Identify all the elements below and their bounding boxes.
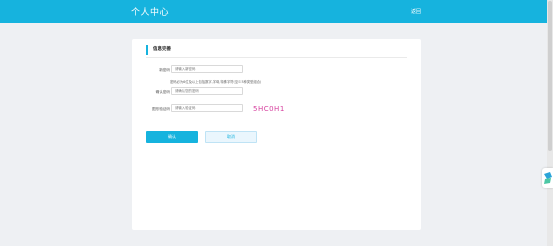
section-divider <box>146 57 407 58</box>
captcha-input[interactable] <box>171 104 243 112</box>
top-header-bar: 个人中心 返回 <box>0 0 547 23</box>
captcha-image[interactable]: 5HC0H1 <box>253 105 285 113</box>
password-hint: 密码必为6位及以上包括数字,字母,特殊字符(至少3种类型组合) <box>170 80 262 84</box>
form-card: 信息完善 新密码 密码必为6位及以上包括数字,字母,特殊字符(至少3种类型组合)… <box>132 39 421 230</box>
back-link[interactable]: 返回 <box>411 8 421 15</box>
new-password-label: 新密码 <box>159 68 170 72</box>
scrollbar[interactable] <box>547 0 553 246</box>
page-title: 个人中心 <box>131 8 170 18</box>
scrollbar-thumb[interactable] <box>548 1 552 151</box>
confirm-password-label: 确认密码 <box>155 90 170 94</box>
confirm-button[interactable]: 确认 <box>146 131 198 143</box>
chat-bubble-icon <box>544 172 552 184</box>
new-password-input[interactable] <box>171 65 243 73</box>
floating-chat-widget[interactable] <box>542 168 553 188</box>
confirm-password-input[interactable] <box>171 87 243 95</box>
section-title: 信息完善 <box>146 45 171 55</box>
cancel-button[interactable]: 取消 <box>205 131 257 143</box>
captcha-label: 图形验证码 <box>152 107 170 111</box>
